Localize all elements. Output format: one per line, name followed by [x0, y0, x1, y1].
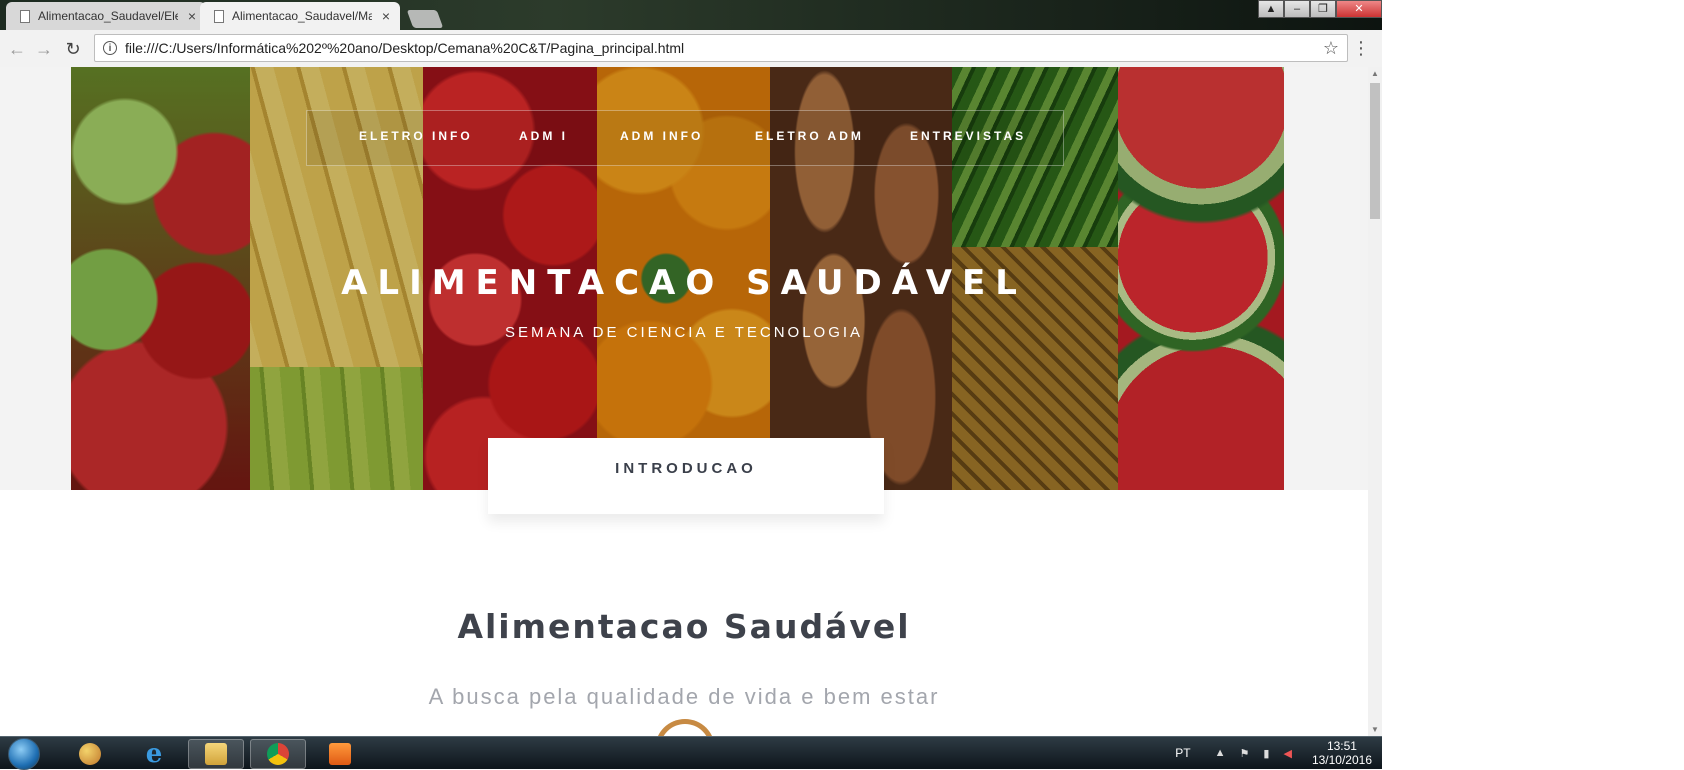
nav-entrevistas[interactable]: ENTREVISTAS: [910, 129, 1026, 143]
address-bar[interactable]: i file:///C:/Users/Informática%202º%20an…: [94, 34, 1348, 62]
show-hidden-icons-icon[interactable]: ▲: [1215, 747, 1226, 759]
tab-title: Alimentacao_Saudavel/Eletro: [38, 9, 178, 23]
nav-adm-i[interactable]: ADM I: [519, 129, 568, 143]
clock[interactable]: 13:51 13/10/2016: [1312, 739, 1372, 767]
basket-image: [655, 719, 715, 736]
start-button[interactable]: [8, 738, 40, 770]
browser-toolbar: ← → ↻ i file:///C:/Users/Informática%202…: [0, 30, 1382, 68]
internet-explorer-icon[interactable]: e: [126, 739, 182, 769]
tab-close-icon[interactable]: ×: [188, 8, 196, 24]
tab-title: Alimentacao_Saudavel/Main: [232, 9, 372, 23]
media-player-icon[interactable]: [312, 739, 368, 769]
minimize-button[interactable]: –: [1284, 0, 1310, 18]
intro-tab[interactable]: INTRODUCAO: [488, 438, 884, 514]
window-controls: ▲ – ❐ ✕: [1258, 0, 1382, 20]
nav-eletro-info[interactable]: ELETRO INFO: [359, 129, 473, 143]
section-title: Alimentacao Saudável: [457, 607, 911, 646]
network-icon[interactable]: ▮: [1263, 747, 1269, 760]
bookmark-star-icon[interactable]: ☆: [1323, 38, 1339, 59]
windows-taskbar: e PT ▲ ⚑ ▮ ◀ 13:51 13/10/2016: [0, 736, 1382, 770]
hero-subtitle: SEMANA DE CIENCIA E TECNOLOGIA: [504, 324, 864, 341]
intro-tab-label: INTRODUCAO: [615, 460, 757, 477]
maximize-button[interactable]: ❐: [1310, 0, 1336, 18]
clock-date: 13/10/2016: [1311, 753, 1372, 767]
scroll-down-icon[interactable]: ▼: [1371, 725, 1379, 734]
tab-eletro[interactable]: Alimentacao_Saudavel/Eletro ×: [6, 2, 206, 30]
volume-muted-icon[interactable]: ◀: [1283, 747, 1291, 760]
back-icon[interactable]: ←: [6, 38, 28, 60]
browser-menu-icon[interactable]: ⋮: [1352, 38, 1370, 59]
tab-strip: Alimentacao_Saudavel/Eletro × Alimentaca…: [0, 0, 1382, 30]
hero-title: ALIMENTACAO SAUDÁVEL: [341, 263, 1027, 303]
new-tab-button[interactable]: [406, 10, 444, 28]
vertical-scrollbar[interactable]: ▲ ▼: [1368, 67, 1382, 736]
scroll-up-icon[interactable]: ▲: [1371, 69, 1379, 78]
user-icon[interactable]: ▲: [1258, 0, 1284, 18]
page-icon: [20, 9, 30, 23]
tab-main[interactable]: Alimentacao_Saudavel/Main ×: [200, 2, 400, 30]
section-subtitle: A busca pela qualidade de vida e bem est…: [428, 684, 940, 709]
scroll-thumb[interactable]: [1370, 83, 1380, 219]
language-indicator[interactable]: PT: [1175, 746, 1190, 760]
hero-banner: ELETRO INFO ADM I ADM INFO ELETRO ADM EN…: [0, 67, 1368, 490]
page-icon: [214, 9, 224, 23]
system-tray: PT ▲ ⚑ ▮ ◀ 13:51 13/10/2016: [1175, 737, 1372, 769]
clock-time: 13:51: [1326, 739, 1357, 753]
paint-icon[interactable]: [62, 739, 118, 769]
address-text[interactable]: file:///C:/Users/Informática%202º%20ano/…: [125, 40, 684, 56]
reload-icon[interactable]: ↻: [62, 38, 84, 60]
chrome-icon[interactable]: [250, 739, 306, 769]
file-explorer-icon[interactable]: [188, 739, 244, 769]
info-icon[interactable]: i: [103, 41, 117, 55]
desktop-background: [1382, 0, 1684, 768]
forward-icon[interactable]: →: [33, 38, 55, 60]
tab-close-icon[interactable]: ×: [382, 8, 390, 24]
action-center-icon[interactable]: ⚑: [1240, 747, 1250, 760]
nav-adm-info[interactable]: ADM INFO: [620, 129, 703, 143]
page-viewport: ELETRO INFO ADM I ADM INFO ELETRO ADM EN…: [0, 67, 1368, 736]
browser-window: Alimentacao_Saudavel/Eletro × Alimentaca…: [0, 0, 1382, 736]
close-window-button[interactable]: ✕: [1336, 0, 1382, 18]
nav-eletro-adm[interactable]: ELETRO ADM: [755, 129, 864, 143]
